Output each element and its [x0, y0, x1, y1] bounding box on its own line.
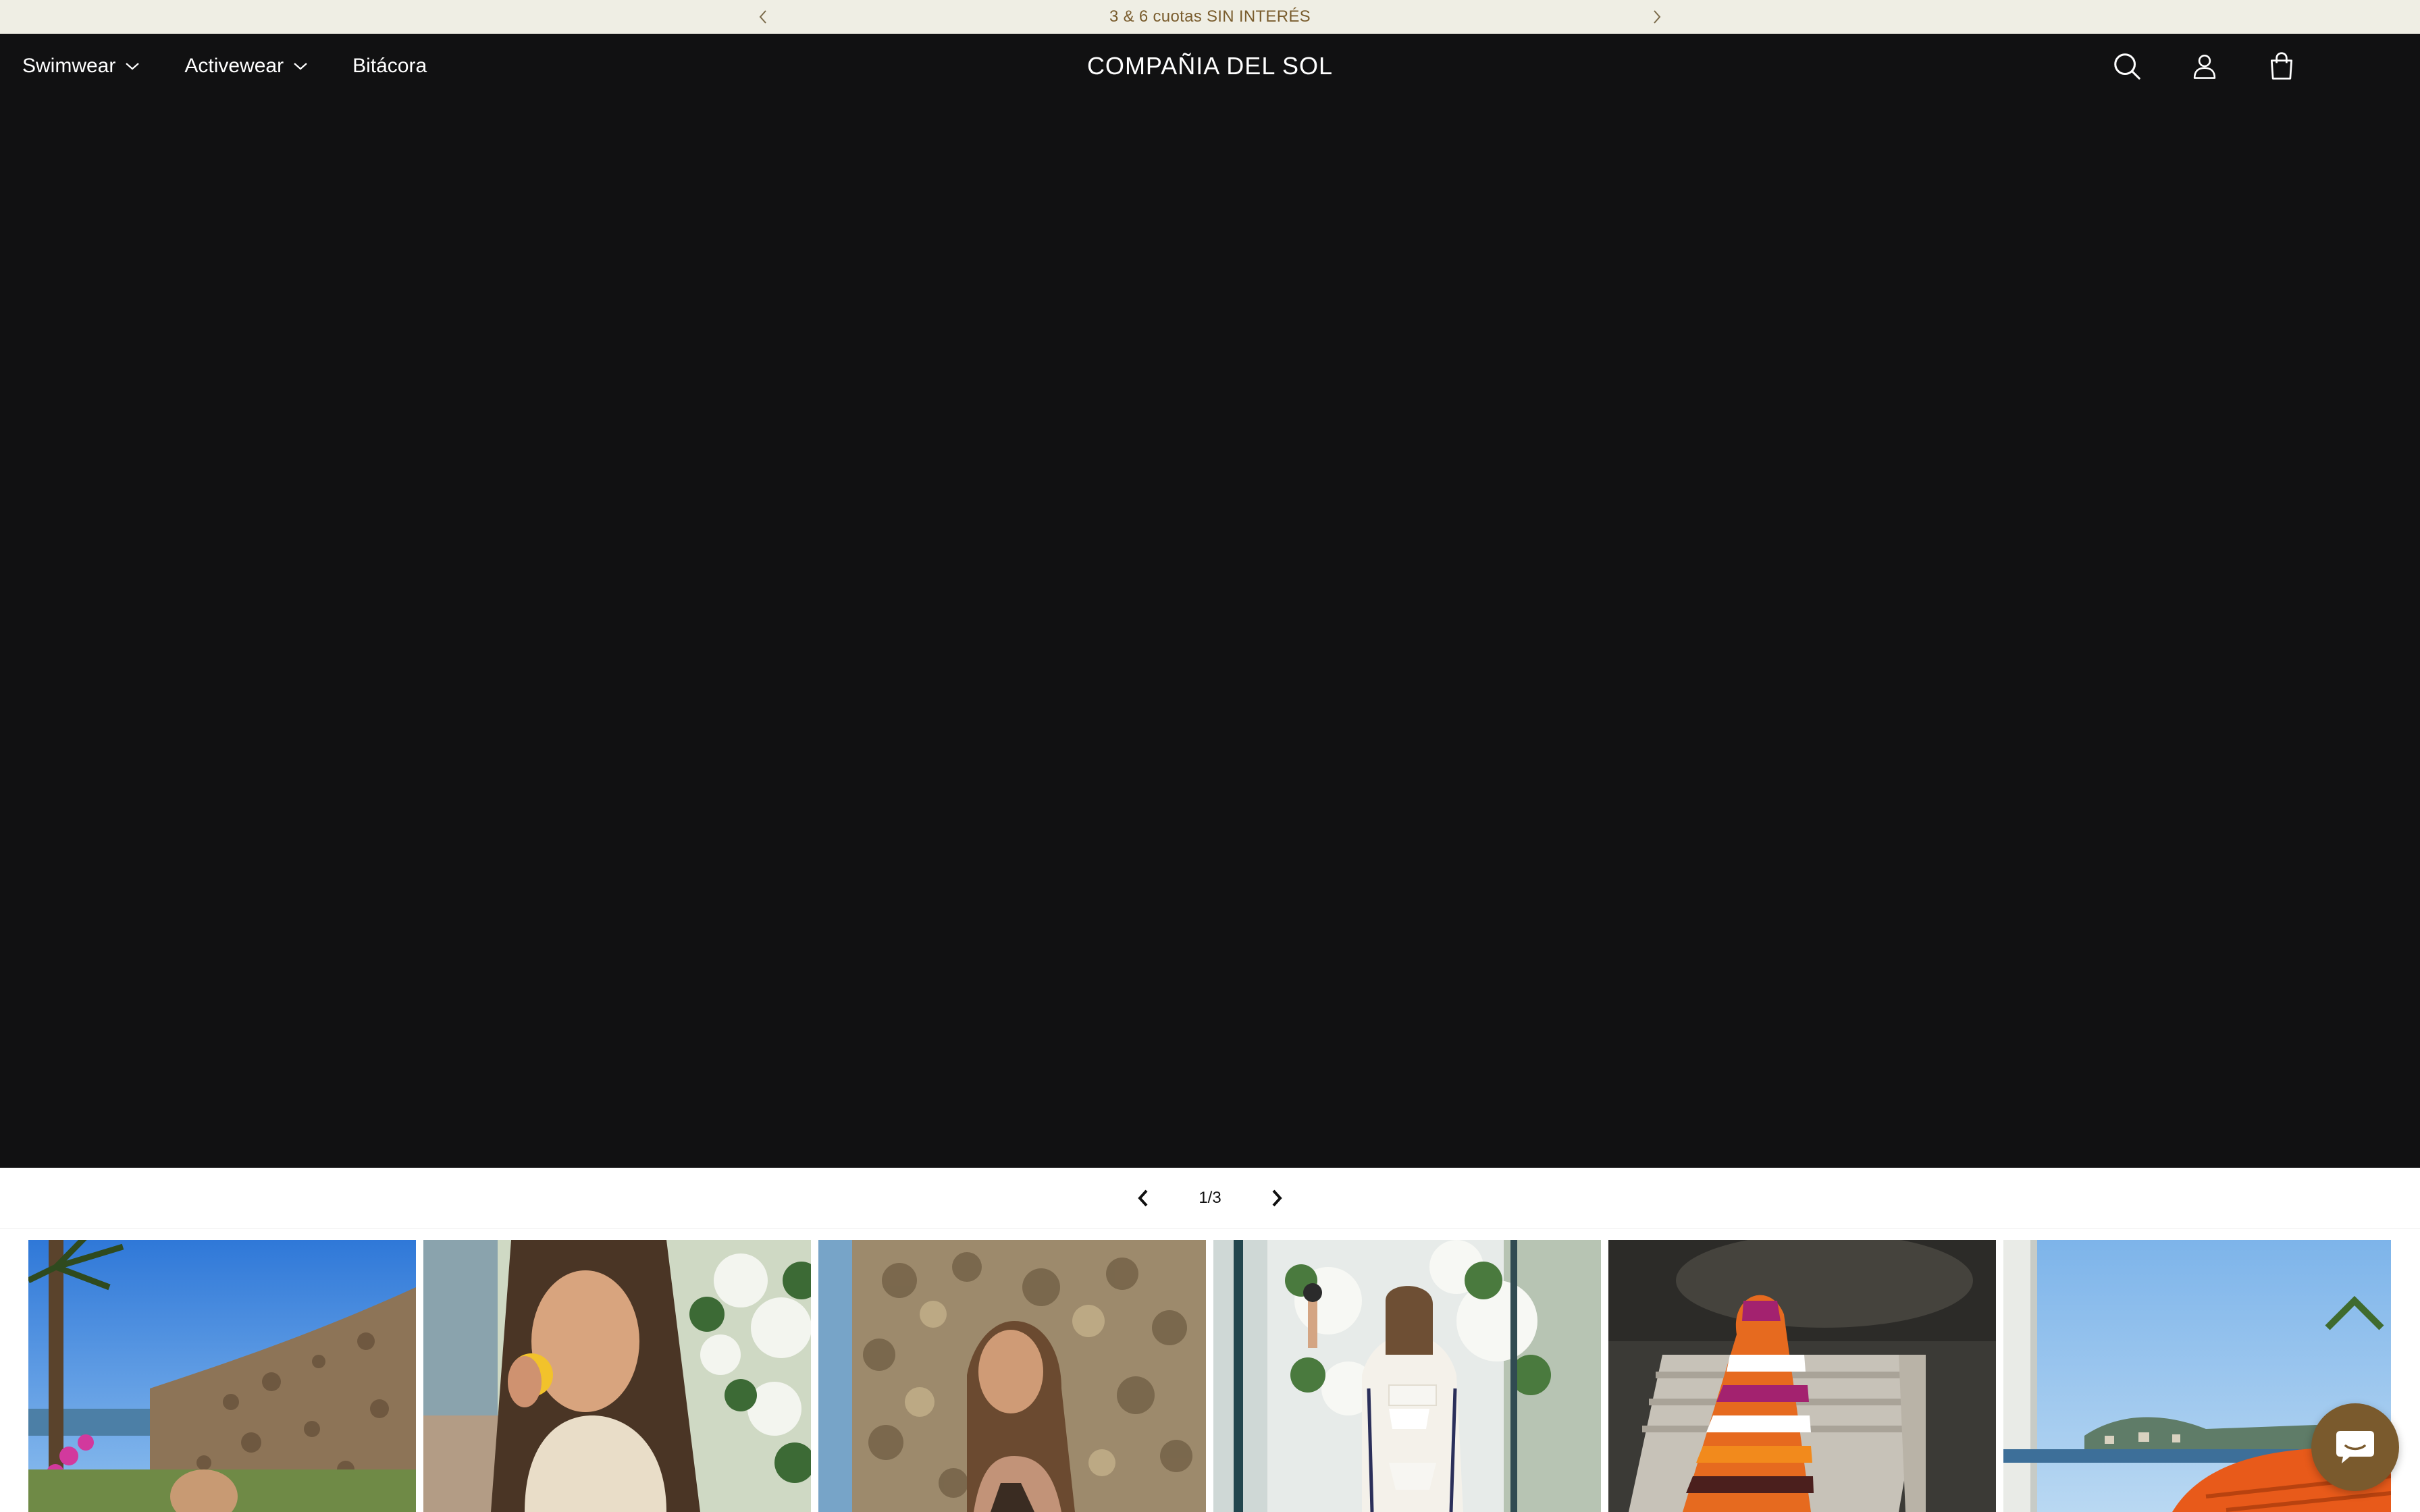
- search-icon: [2114, 53, 2140, 80]
- chevron-right-icon: [1654, 10, 1661, 24]
- header-icons: [2114, 34, 2358, 99]
- cart-icon: [2270, 52, 2293, 80]
- site-header: Swimwear Activewear Bitácora COMPAÑIA DE…: [0, 34, 2420, 99]
- account-button[interactable]: [2186, 47, 2224, 85]
- gallery-image-2[interactable]: [423, 1240, 811, 1512]
- logo[interactable]: COMPAÑIA DEL SOL: [1087, 52, 1333, 80]
- slider-next-button[interactable]: [1258, 1179, 1296, 1217]
- chat-button[interactable]: [2311, 1403, 2399, 1491]
- gallery-image-3[interactable]: [818, 1240, 1206, 1512]
- chevron-right-icon: [1272, 1189, 1282, 1207]
- logo-container: COMPAÑIA DEL SOL: [0, 34, 2420, 99]
- account-icon: [2193, 54, 2216, 79]
- image-gallery: [0, 1229, 2420, 1512]
- gallery-image-5[interactable]: [1608, 1240, 1996, 1512]
- gallery-image-4[interactable]: [1213, 1240, 1601, 1512]
- slider-counter: 1/3: [1199, 1189, 1221, 1207]
- cart-button[interactable]: [2263, 47, 2300, 85]
- announcement-text[interactable]: 3 & 6 cuotas SIN INTERÉS: [0, 0, 2420, 34]
- slider-prev-button[interactable]: [1124, 1179, 1162, 1217]
- announcement-next-button[interactable]: [1643, 0, 1671, 34]
- slider-controls: 1/3: [0, 1168, 2420, 1228]
- chevron-left-icon: [1138, 1189, 1148, 1207]
- hero-video[interactable]: [0, 99, 2420, 1168]
- chat-bubble-icon: [2336, 1431, 2374, 1463]
- gallery-image-1[interactable]: [28, 1240, 416, 1512]
- search-button[interactable]: [2108, 47, 2146, 85]
- announcement-bar: 3 & 6 cuotas SIN INTERÉS: [0, 0, 2420, 34]
